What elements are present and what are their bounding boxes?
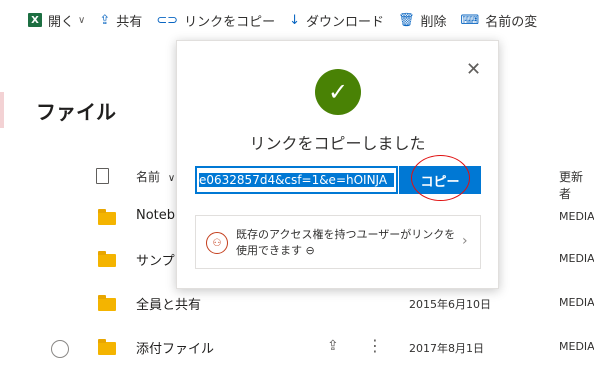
folder-icon [98,251,116,267]
dialog-title: リンクをコピーしました [249,134,426,153]
delete-label: 削除 [420,14,447,30]
rename-label: 名前の変 [485,14,538,30]
row-modified-by: MEDIA [559,210,594,223]
delete-button[interactable]: 🗑 削除 [398,0,447,40]
row-select-checkbox[interactable] [51,340,69,358]
chevron-down-icon[interactable]: ∨ [78,15,85,26]
link-value[interactable]: e0632857d4&csf=1&e=hOINJA [199,173,394,187]
row-date: 2015年6月10日 [409,298,491,311]
share-icon[interactable]: ⇪ [327,338,339,354]
row-name[interactable]: 添付ファイル [136,338,214,357]
download-label: ダウンロード [305,14,384,30]
share-icon: ⇪ [99,12,111,28]
file-type-icon[interactable] [96,168,109,184]
trash-icon: 🗑 [398,12,415,28]
open-button[interactable]: X 開く ∨ [28,0,85,40]
row-date: 2017年8月1日 [409,342,484,355]
folder-icon [98,295,116,311]
rename-button[interactable]: ⌨ 名前の変 [461,0,538,40]
copy-link-label: リンクをコピー [184,14,276,30]
download-icon: ↓ [289,12,300,28]
page-title: ファイル [36,100,116,124]
close-icon[interactable]: ✕ [466,61,481,79]
check-icon: ✓ [315,69,361,115]
row-modified-by: MEDIA [559,252,594,265]
nav-accent-strip [0,92,4,128]
link-settings-button[interactable]: ⚇ 既存のアクセス権を持つユーザーがリンクを使用できます ⊖ › [195,215,481,269]
access-description: 既存のアクセス権を持つユーザーがリンクを使用できます ⊖ [236,228,456,257]
link-icon: ⊂⊃ [156,12,179,28]
open-label: 開く [48,14,75,30]
download-button[interactable]: ↓ ダウンロード [289,0,384,40]
link-copied-dialog: ✕ ✓ リンクをコピーしました e0632857d4&csf=1&e=hOINJ… [176,40,499,289]
row-name[interactable]: Noteb [136,208,175,223]
folder-icon [98,209,116,225]
row-modified-by: MEDIA [559,340,594,353]
share-label: 共有 [116,14,143,30]
column-header-name[interactable]: 名前 ∨ [136,168,175,185]
row-name[interactable]: サンプ [136,250,175,269]
table-row[interactable]: 添付ファイル ⇪ ⋮ 2017年8月1日 MEDIA [0,326,594,368]
copy-link-button[interactable]: ⊂⊃ リンクをコピー [156,0,275,40]
annotation-circle [411,155,470,201]
column-header-name-label: 名前 [136,170,161,184]
more-options-icon[interactable]: ⋮ [367,336,383,355]
rename-icon: ⌨ [460,12,480,28]
row-modified-by: MEDIA [559,296,594,309]
chevron-right-icon: › [462,233,468,249]
command-bar: X 開く ∨ ⇪ 共有 ⊂⊃ リンクをコピー ↓ ダウンロード 🗑 削除 ⌨ 名… [0,0,594,40]
excel-icon: X [28,13,42,27]
link-field[interactable]: e0632857d4&csf=1&e=hOINJA [195,166,398,194]
chevron-down-icon: ∨ [167,173,176,184]
folder-icon [98,339,116,355]
people-access-icon: ⚇ [206,232,228,254]
row-name[interactable]: 全員と共有 [136,294,201,313]
share-button[interactable]: ⇪ 共有 [99,0,142,40]
